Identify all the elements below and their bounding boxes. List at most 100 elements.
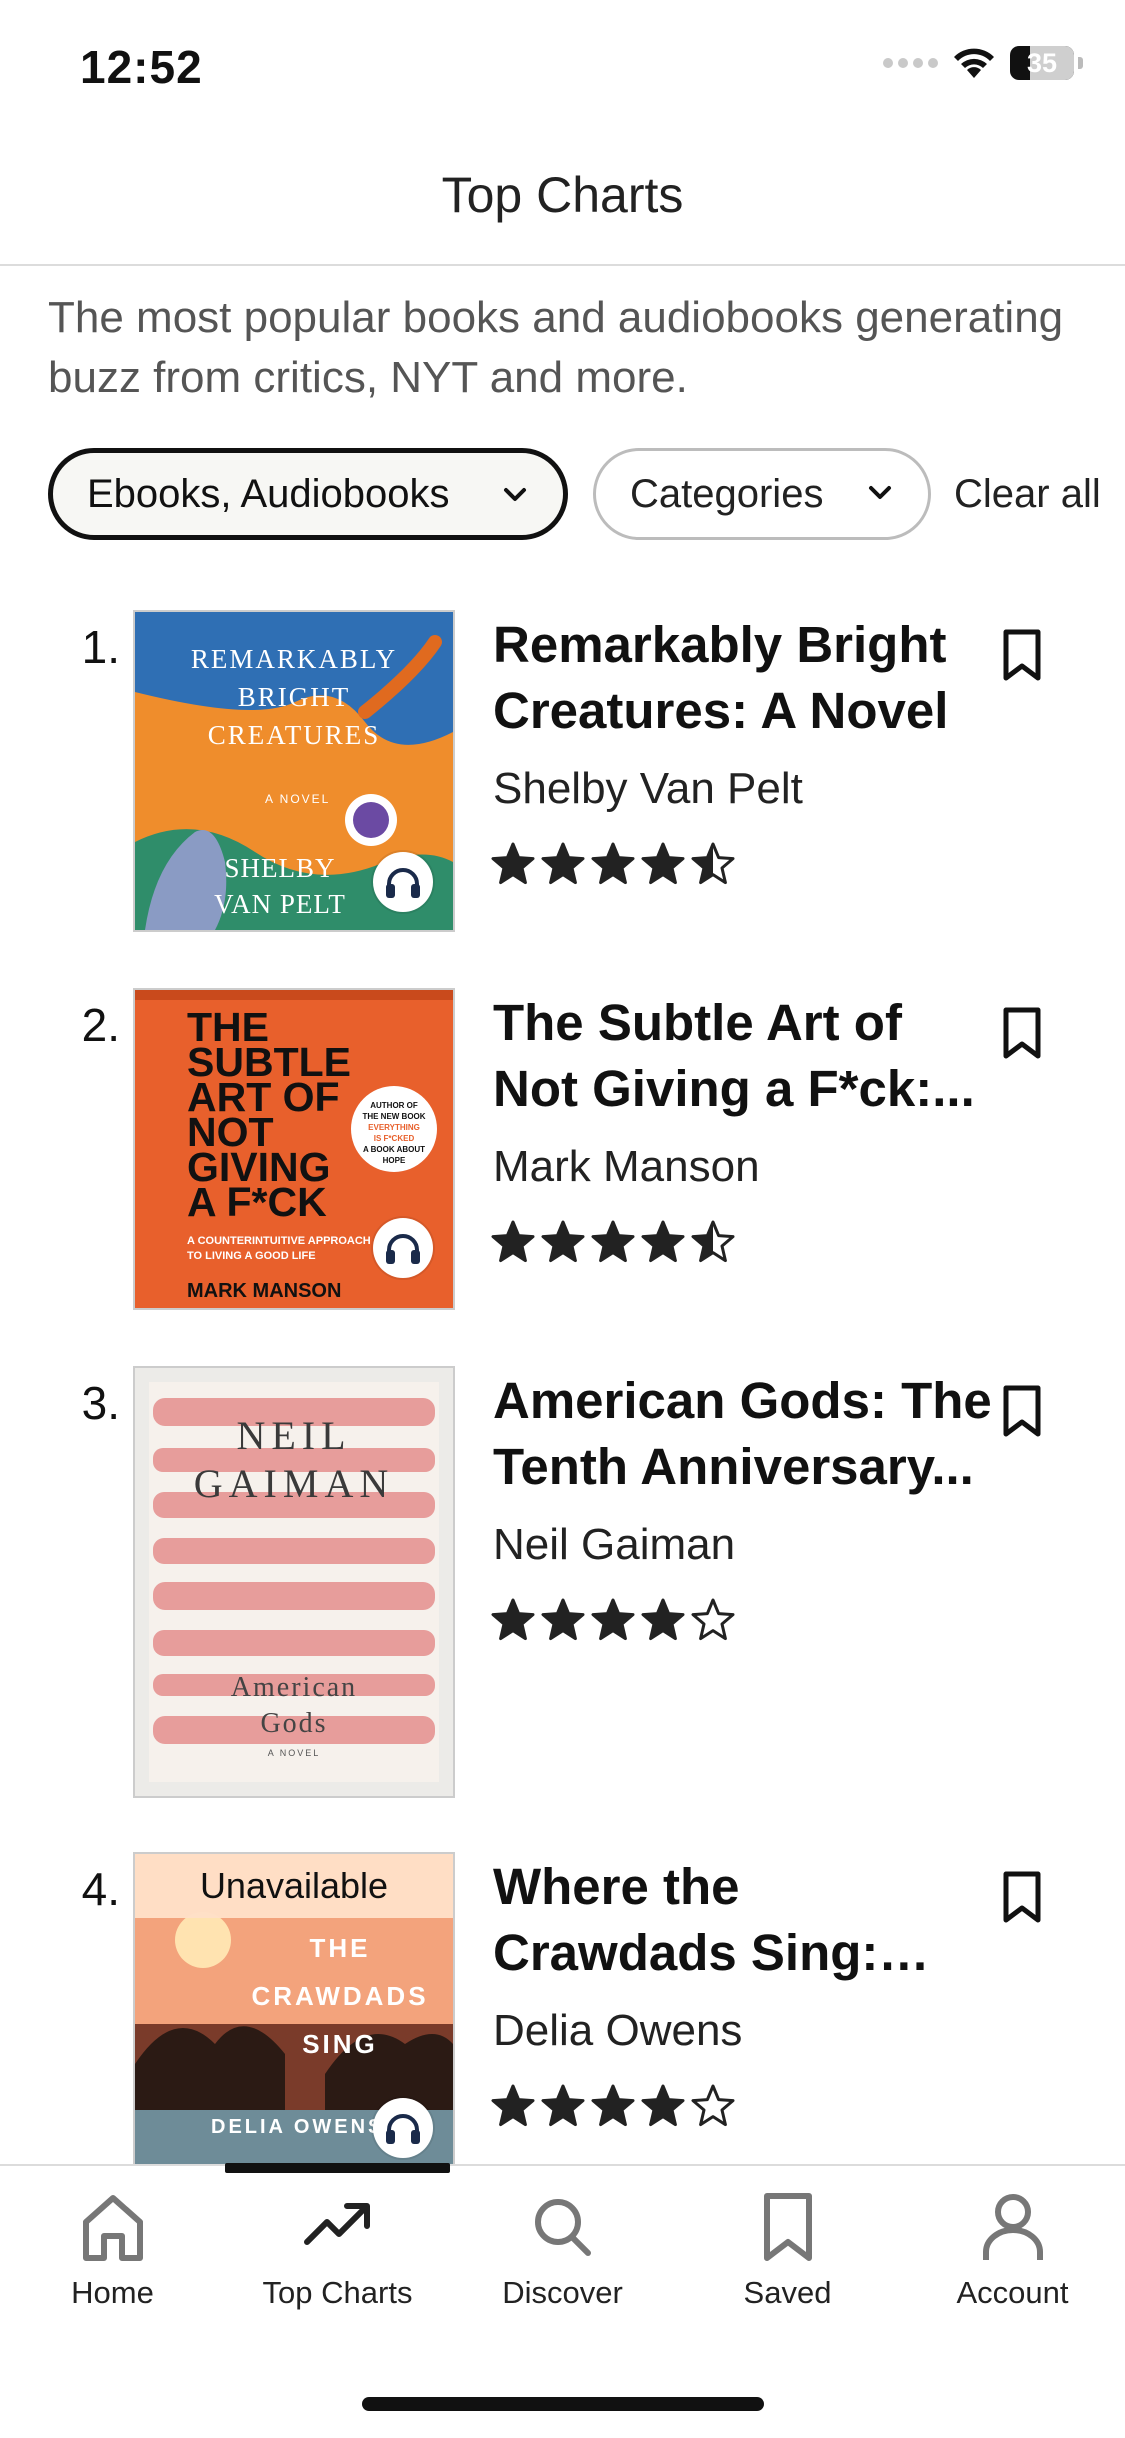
- user-icon: [982, 2194, 1043, 2260]
- tab-label: Account: [956, 2275, 1069, 2310]
- bookmark-icon[interactable]: [1000, 1870, 1044, 1926]
- wifi-icon: [954, 48, 994, 78]
- book-rank: 2.: [81, 999, 120, 1051]
- star-full-icon: [541, 2084, 585, 2127]
- cover-title-line: CREATURES: [207, 720, 381, 750]
- trending-icon: [303, 2203, 370, 2245]
- tab-saved[interactable]: Saved: [675, 2190, 900, 2311]
- cover-tag: A NOVEL: [267, 1748, 321, 1758]
- home-icon: [82, 2195, 143, 2261]
- book-cover[interactable]: THE SUBTLE ART OF NOT GIVING A F*CK AUTH…: [133, 988, 455, 1310]
- format-filter-label: Ebooks, Audiobooks: [87, 471, 450, 516]
- search-icon: [534, 2199, 591, 2256]
- categories-filter-chip[interactable]: Categories: [593, 448, 931, 540]
- star-full-icon: [491, 2084, 535, 2127]
- bookmark-icon[interactable]: [1000, 628, 1044, 684]
- cover-title-line: A F*CK: [187, 1179, 327, 1225]
- audiobook-badge: [373, 852, 433, 912]
- cover-author-line: GAIMAN: [193, 1461, 395, 1506]
- rating-stars: [491, 1220, 735, 1264]
- battery-level: 35: [1026, 47, 1058, 78]
- bookmark-icon[interactable]: [1000, 1006, 1044, 1062]
- tab-top-charts[interactable]: Top Charts: [225, 2190, 450, 2311]
- rating-stars: [491, 1598, 735, 1642]
- star-full-icon: [541, 842, 585, 885]
- cover-author-line: VAN PELT: [214, 889, 346, 919]
- star-full-icon: [541, 1220, 585, 1263]
- categories-filter-label: Categories: [630, 471, 824, 516]
- book-author: Shelby Van Pelt: [493, 764, 803, 813]
- headphones-icon: [386, 1234, 420, 1264]
- format-filter-chip[interactable]: Ebooks, Audiobooks: [48, 448, 568, 540]
- book-rank: 1.: [81, 621, 120, 673]
- audiobook-badge: [373, 2098, 433, 2158]
- unavailable-badge: Unavailable: [135, 1854, 453, 1918]
- cover-author: MARK MANSON: [187, 1280, 342, 1302]
- star-full-icon: [591, 842, 635, 885]
- nav-header: Top Charts: [0, 140, 1125, 266]
- cover-title-line: THE: [309, 1933, 371, 1963]
- active-tab-indicator: [225, 2163, 450, 2173]
- rating-stars: [491, 2084, 735, 2128]
- star-full-icon: [541, 1598, 585, 1641]
- tab-home[interactable]: Home: [0, 2190, 225, 2311]
- cover-tag: A NOVEL: [265, 792, 331, 806]
- bookmark-icon[interactable]: [1000, 1384, 1044, 1440]
- cover-author: DELIA OWENS: [211, 2116, 385, 2138]
- cover-badge: AUTHOR OF THE NEW BOOK EVERYTHING IS F*C…: [351, 1086, 437, 1172]
- book-cover[interactable]: NEIL GAIMAN American Gods A NOVEL: [133, 1366, 455, 1798]
- book-title[interactable]: American Gods: The Tenth Anniversary...: [493, 1368, 993, 1500]
- star-full-icon: [491, 1220, 535, 1263]
- cover-title-line: Gods: [260, 1708, 328, 1739]
- star-full-icon: [491, 1598, 535, 1641]
- star-full-icon: [591, 1598, 635, 1641]
- headphones-icon: [386, 2114, 420, 2144]
- star-full-icon: [641, 1220, 685, 1263]
- cover-subtitle: A COUNTERINTUITIVE APPROACH TO LIVING A …: [187, 1235, 371, 1262]
- cellular-signal-icon: [883, 58, 938, 68]
- star-empty-icon: [691, 2084, 735, 2127]
- tab-label: Discover: [502, 2275, 623, 2310]
- cover-author-line: SHELBY: [224, 853, 336, 883]
- star-full-icon: [641, 2084, 685, 2127]
- star-full-icon: [591, 1220, 635, 1263]
- audiobook-badge: [373, 1218, 433, 1278]
- star-full-icon: [641, 1598, 685, 1641]
- status-bar: 12:52 35: [0, 0, 1125, 140]
- clear-all-button[interactable]: Clear all: [954, 472, 1101, 517]
- intro-text: The most popular books and audiobooks ge…: [48, 293, 1064, 402]
- book-title[interactable]: Where the Crawdads Sing: Reese's Book...: [493, 1854, 993, 1986]
- headphones-icon: [386, 868, 420, 898]
- tab-label: Top Charts: [262, 2275, 413, 2310]
- cover-title-line: CRAWDADS: [251, 1981, 429, 2011]
- cover-author-line: NEIL: [236, 1413, 352, 1458]
- home-indicator[interactable]: [362, 2397, 764, 2411]
- star-half-icon: [691, 1220, 735, 1263]
- cover-title-line: BRIGHT: [237, 682, 351, 712]
- cover-title-line: American: [230, 1672, 358, 1703]
- book-cover[interactable]: THE CRAWDADS SING DELIA OWENS Unavailabl…: [133, 1852, 455, 2174]
- tab-label: Saved: [743, 2275, 832, 2310]
- cover-title-line: SING: [302, 2029, 378, 2059]
- book-title[interactable]: Remarkably Bright Creatures: A Novel: [493, 612, 993, 744]
- status-icons: 35: [883, 46, 1083, 80]
- rating-stars: [491, 842, 735, 886]
- filter-bar: Ebooks, Audiobooks Categories Clear all: [48, 448, 1125, 546]
- bookmark-icon: [763, 2193, 812, 2261]
- tab-discover[interactable]: Discover: [450, 2190, 675, 2311]
- star-full-icon: [491, 842, 535, 885]
- book-rank: 4.: [81, 1863, 120, 1915]
- tab-account[interactable]: Account: [900, 2190, 1125, 2311]
- chevron-down-icon: [869, 486, 891, 499]
- book-rank: 3.: [81, 1377, 120, 1429]
- chevron-down-icon: [504, 488, 526, 501]
- tab-label: Home: [71, 2275, 154, 2310]
- star-full-icon: [641, 842, 685, 885]
- page-title: Top Charts: [441, 167, 684, 223]
- book-title[interactable]: The Subtle Art of Not Giving a F*ck:...: [493, 990, 993, 1122]
- book-author: Delia Owens: [493, 2006, 743, 2055]
- star-full-icon: [591, 2084, 635, 2127]
- status-time: 12:52: [80, 41, 203, 93]
- book-cover[interactable]: REMARKABLY BRIGHT CREATURES A NOVEL SHEL…: [133, 610, 455, 932]
- star-empty-icon: [691, 1598, 735, 1641]
